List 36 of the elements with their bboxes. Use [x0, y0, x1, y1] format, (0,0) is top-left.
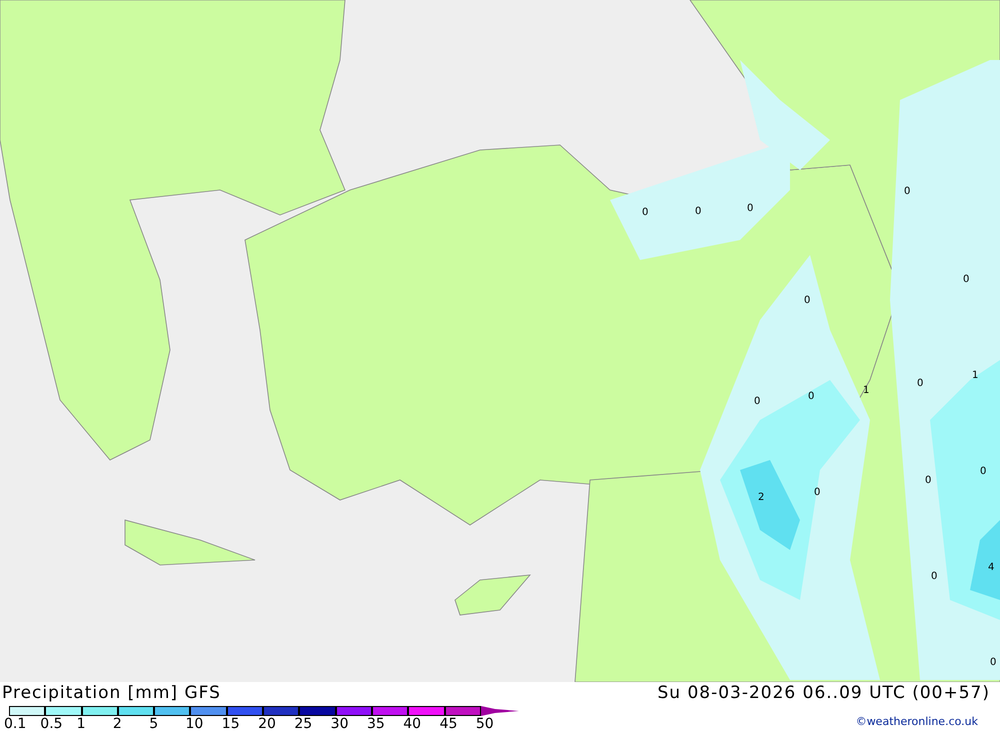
- contour-label: 0: [917, 378, 924, 389]
- legend-label: 45: [440, 716, 458, 732]
- legend-label: 10: [185, 716, 204, 732]
- contour-label: 0: [754, 396, 760, 407]
- contour-label: 0: [695, 206, 702, 217]
- contour-label: 0: [904, 186, 910, 197]
- legend-label: 0.1: [4, 716, 26, 732]
- legend-label: 40: [403, 716, 422, 732]
- contour-label: 0: [980, 466, 986, 477]
- legend-label: 35: [366, 716, 385, 732]
- legend-label: 1: [76, 716, 86, 732]
- legend-label: 2: [112, 716, 122, 732]
- contour-label: 0: [814, 487, 820, 498]
- legend-label: 5: [149, 716, 158, 732]
- legend-label: 50: [476, 716, 494, 732]
- contour-label: 0: [931, 571, 938, 582]
- legend-label: 25: [294, 716, 312, 732]
- contour-label: 0: [925, 475, 932, 486]
- contour-label: 4: [988, 562, 994, 573]
- legend-label: 15: [222, 716, 240, 732]
- contour-label: 1: [863, 385, 870, 396]
- legend-arrow-icon: [480, 706, 519, 716]
- legend-label: 30: [330, 716, 348, 732]
- contour-label: 0: [808, 391, 814, 402]
- contour-label: 0: [963, 274, 970, 285]
- valid-time: Su 08-03-2026 06..09 UTC (00+57): [657, 682, 990, 704]
- contour-label: 0: [804, 295, 810, 306]
- map-title: Precipitation [mm] GFS: [2, 682, 221, 704]
- contour-label: 1: [972, 370, 978, 381]
- legend-label: 0.5: [40, 716, 63, 732]
- contour-label: 0: [642, 207, 648, 218]
- contour-label: 2: [758, 492, 764, 503]
- contour-label: 0: [747, 203, 754, 214]
- legend-label: 20: [258, 716, 276, 732]
- contour-label: 0: [990, 657, 996, 668]
- credit-link[interactable]: ©weatheronline.co.uk: [856, 714, 978, 730]
